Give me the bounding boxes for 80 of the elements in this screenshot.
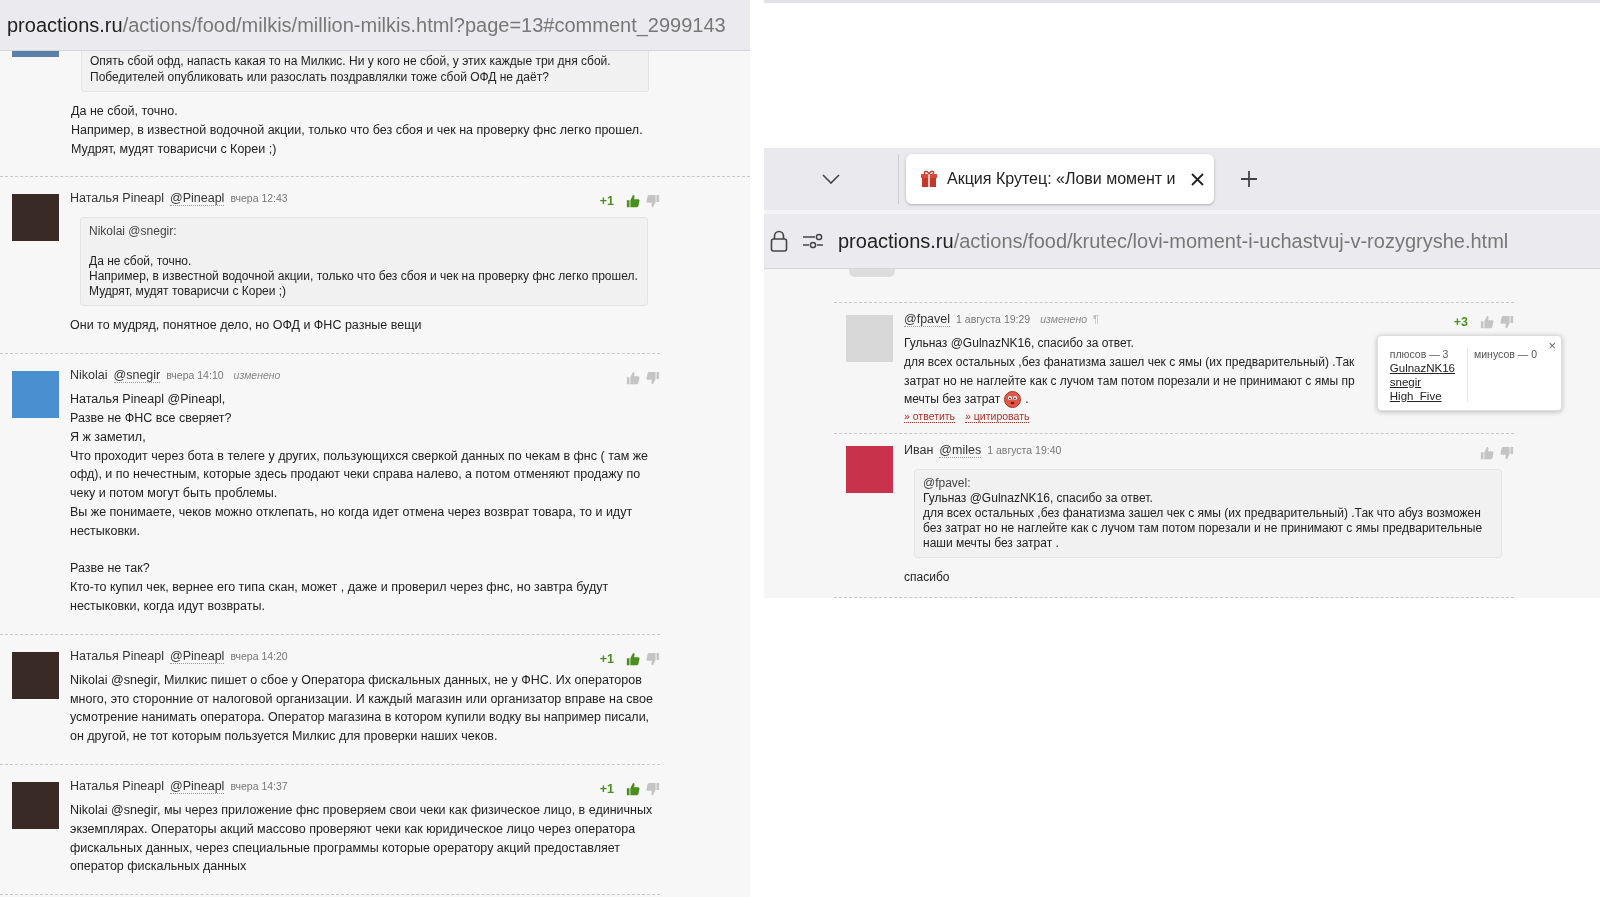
- thumbs-down-icon[interactable]: [646, 651, 660, 666]
- author-handle[interactable]: @miles: [939, 443, 982, 459]
- comment-time: вчера 12:43: [230, 192, 288, 205]
- browser-tab[interactable]: Акция Крутец: «Лови момент и: [906, 154, 1214, 204]
- smiley-icon: [1004, 391, 1022, 409]
- quote-text: Гульназ @GulnazNK16, спасибо за ответ.: [923, 491, 1153, 506]
- comment-text: Что проходит через бота в телеге у других, пользующихся сверкой данных по чекам в фнс ( там же офд), и по нечестным, которые здесь продают чеки справа налево, а потом отменяют продажу по чеку и потом могут быть проблемы.: [70, 448, 649, 501]
- thumbs-down-icon[interactable]: [646, 781, 660, 796]
- comment-action-link[interactable]: » ответить: [904, 410, 956, 424]
- comment-text: Мудрят, мудят товарисчи с Кореи ;): [71, 141, 277, 156]
- comment-time: вчера 14:37: [230, 779, 288, 792]
- author-handle[interactable]: @Pineapl: [170, 191, 225, 207]
- comment-text: Кто-то купил чек, вернее его типа скан, может , даже и проверил через фнс, но завтра будут нестыковки, когда идут возвраты.: [70, 580, 609, 613]
- comment-text: Да не сбой, точно.: [71, 104, 178, 118]
- comment-text: Например, в известной водочной акции, только что без сбоя и чек на проверку фнс легко прошел.: [71, 122, 643, 137]
- comment-text: спасибо: [904, 570, 950, 585]
- edited-label: изменено: [233, 369, 281, 382]
- chevron-down-icon[interactable]: [822, 174, 840, 184]
- comment-text: затрат но не наглейте как с лучом там потом порезали и не принимают с ямы пр: [904, 373, 1355, 388]
- comment-text: Гульназ @GulnazNK16, спасибо за ответ.: [904, 336, 1134, 350]
- author-handle[interactable]: @snegir: [113, 368, 161, 384]
- thumbs-up-icon[interactable]: [626, 651, 640, 666]
- edited-label: изменено: [1040, 313, 1088, 325]
- comment-time: вчера 14:20: [230, 649, 288, 662]
- quote-author: @fpavel:: [923, 476, 971, 491]
- comment-action-link[interactable]: » цитировать: [965, 410, 1030, 424]
- thumbs-up-icon[interactable]: [1480, 315, 1494, 329]
- close-button[interactable]: ×: [1548, 338, 1556, 353]
- voter-link[interactable]: High_Five: [1389, 390, 1455, 402]
- gift-icon: [920, 170, 938, 188]
- quote-text: Победителей опубликовать или разослать поздравлялки тоже сбой ОФД не даёт?: [90, 69, 549, 84]
- minus-count: минусов — 0: [1474, 348, 1537, 360]
- lock-icon[interactable]: [770, 230, 788, 252]
- author-name[interactable]: Иван: [904, 443, 934, 458]
- rating-score[interactable]: +3: [1453, 315, 1468, 329]
- comment-text: .: [1025, 391, 1029, 409]
- rating-score[interactable]: +1: [599, 651, 614, 666]
- thumbs-up-icon[interactable]: [626, 781, 640, 796]
- thumbs-down-icon[interactable]: [1500, 315, 1514, 329]
- thumbs-up-icon[interactable]: [626, 371, 640, 386]
- author-handle[interactable]: @fpavel: [904, 312, 951, 327]
- comment-text: Разве не ФНС все сверяет?: [70, 411, 232, 425]
- comment-time: 1 августа 19:29: [956, 313, 1031, 325]
- quote-text: Мудрят, мудят товарисчи с Кореи ;): [89, 284, 287, 299]
- author-name[interactable]: Наталья Pineapl: [70, 778, 164, 793]
- quote-text: Да не сбой, точно.: [89, 254, 192, 269]
- close-icon[interactable]: [1191, 172, 1204, 186]
- author-name[interactable]: Наталья Pineapl: [70, 191, 164, 206]
- new-tab-icon[interactable]: [1240, 170, 1258, 188]
- voter-link[interactable]: GulnazNK16: [1389, 362, 1455, 374]
- author-name[interactable]: Nikolai: [70, 368, 108, 383]
- comment-text: мечты без затрат: [904, 391, 1001, 409]
- raspberry-photo: [846, 446, 893, 494]
- rating-score[interactable]: +1: [599, 194, 614, 209]
- comment-text: Я ж заметил,: [70, 429, 146, 444]
- author-handle[interactable]: @Pineapl: [170, 778, 225, 794]
- author-handle[interactable]: @Pineapl: [170, 648, 225, 664]
- plus-count: плюсов — 3: [1389, 348, 1450, 360]
- comment-time: 1 августа 19:40: [987, 444, 1062, 457]
- thumbs-up-icon[interactable]: [626, 194, 640, 209]
- settings-sliders-icon[interactable]: [802, 233, 824, 249]
- quote-text: Например, в известной водочной акции, только что без сбоя и чек на проверку фнс легко прошел.: [89, 269, 638, 284]
- comment-text: Наталья Pineapl @Pineapl,: [70, 392, 226, 407]
- comment-text: Nikolai @snegir, мы через приложение фнс проверяем свои чеки как физическое лицо, в единичных экземплярах. Операторы акций массово проверяют чеки как юридическое лицо через оператора фискальных данных, через специальные программы которые орератору акций предоставляет оператор фискальных данных: [70, 802, 653, 874]
- comment-text: Они то мудряд, понятное дело, но ОФД и ФНС разные вещи: [70, 318, 422, 333]
- comment-text: Вы же понимаете, чеков можно отклепать, но когда идет отмена через возврат товара, то и идут нестыковки.: [70, 504, 633, 538]
- voter-link[interactable]: snegir: [1389, 376, 1455, 388]
- thumbs-down-icon[interactable]: [1500, 446, 1514, 461]
- author-name[interactable]: Наталья Pineapl: [70, 648, 164, 663]
- comment-time: вчера 14:10: [166, 369, 224, 382]
- quote-author: Nikolai @snegir:: [89, 224, 177, 239]
- rating-score[interactable]: +1: [599, 781, 614, 796]
- quote-text: для всех остальных ,без фанатизма зашел чек с ямы (их предварительный) .Так что абуз возможен без затрат но не наглейте как с лучом там потом порезали и не принимают с ямы предварительные наши мечты без затрат .: [923, 506, 1483, 551]
- thumbs-down-icon[interactable]: [646, 194, 660, 209]
- comment-text: Разве не так?: [70, 561, 150, 576]
- quote-text: Опять сбой офд, напасть какая то на Милкис. Ни у кого не сбой, у этих каждые три дня сбой.: [90, 54, 611, 68]
- thumbs-up-icon[interactable]: [1480, 446, 1494, 461]
- comment-text: для всех остальных ,без фанатизма зашел чек с ямы (их предварительный) .Так: [904, 354, 1355, 369]
- thumbs-down-icon[interactable]: [646, 371, 660, 386]
- comment-text: Nikolai @snegir, Милкис пишет о сбое у Оператора фискальных данных, не у ФНС. Их операторов много, это сторонние от налоговой организации. И каждый магазин или организатор вправе на свое усмотрение нанимать оператора. Оператор магазина в котором купили водку вы например писали, он другой, не тот которым пользуется Милкис для проверки наших чеков.: [70, 672, 653, 744]
